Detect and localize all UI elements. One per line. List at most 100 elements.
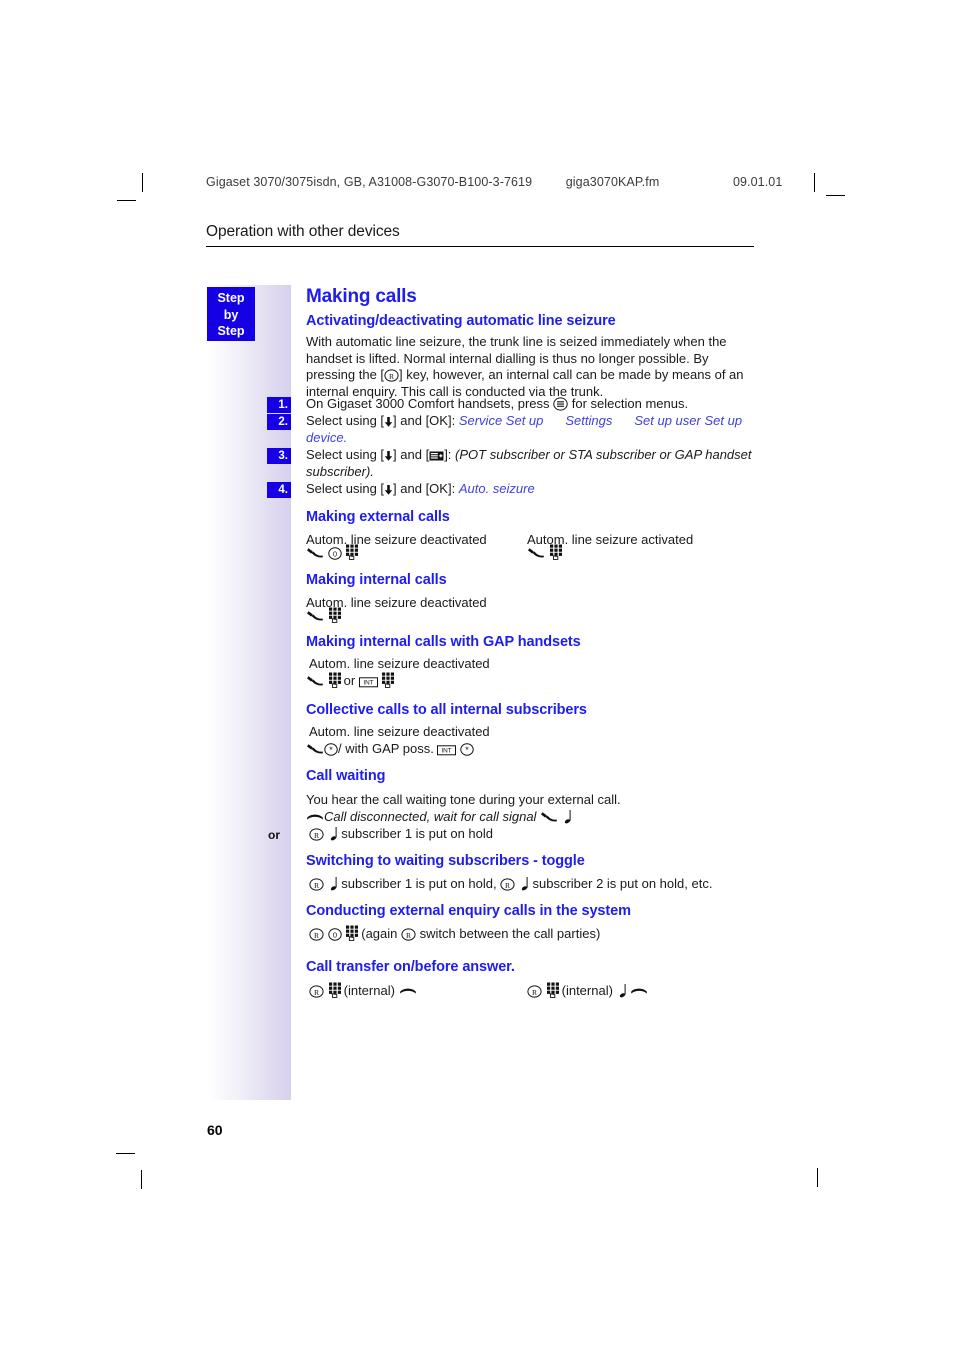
page-number: 60 [207, 1122, 223, 1138]
ring-tone-icon [328, 876, 338, 891]
crop-mark-top-right-horizontal [826, 195, 845, 196]
svg-text:R: R [389, 372, 395, 381]
svg-text:R: R [505, 881, 511, 890]
crop-mark-bottom-right-vertical [817, 1168, 818, 1187]
star-key-icon: * [460, 743, 474, 756]
gap-label: Autom. line seizure deactivated [309, 656, 490, 671]
transfer-col1-text: (internal) [343, 983, 395, 998]
step-4-text-a: Select using [ [306, 481, 385, 496]
heading-external-enquiry: Conducting external enquiry calls in the… [306, 903, 631, 919]
keypad-dial-icon [328, 607, 344, 623]
intro-paragraph: With automatic line seizure, the trunk l… [306, 334, 754, 400]
step-number-4: 4. [267, 482, 291, 498]
r-key-icon: R [401, 928, 416, 941]
keypad-dial-icon [381, 672, 397, 688]
ring-tone-icon [328, 826, 338, 841]
step-3-text: Select using [] and []: (POT subscriber … [306, 447, 754, 480]
crop-mark-top-left-vertical [142, 173, 143, 192]
external-col1-symbols: 0 [306, 544, 361, 561]
zero-key-icon: 0 [327, 928, 342, 941]
collective-label: Autom. line seizure deactivated [309, 724, 490, 739]
step-4-text: Select using [ ] and [OK]: Auto. seizure [306, 481, 754, 498]
step-4-text-b: ] and [OK]: [393, 481, 456, 496]
step-3-text-a: Select using [ [306, 447, 385, 462]
external-col2-symbols [527, 544, 565, 561]
r-key-icon: R [309, 878, 324, 891]
menu-item-auto-seizure: Auto. seizure [458, 481, 535, 496]
int-key-icon: INT [358, 677, 378, 688]
step-3-text-b: ] and [ [393, 447, 430, 462]
keypad-dial-icon [549, 544, 565, 560]
hang-up-handset-icon [306, 812, 324, 824]
star-key-icon: * [324, 743, 338, 756]
keypad-dial-icon [546, 982, 562, 998]
svg-text:INT: INT [442, 748, 452, 755]
svg-text:INT: INT [363, 680, 373, 687]
svg-text:R: R [406, 931, 412, 940]
step-number-3: 3. [267, 448, 291, 464]
gap-or-text: or [343, 673, 356, 688]
heading-activating-deactivating: Activating/deactivating automatic line s… [306, 313, 616, 329]
lift-handset-icon [306, 742, 324, 756]
badge-line-1: Step [217, 291, 245, 305]
crop-mark-bottom-left-vertical [141, 1170, 142, 1189]
step-2-text-a: Select using [ [306, 413, 385, 428]
step-1-text-b: for selection menus. [571, 396, 689, 411]
step-2-text-b: ] and [OK]: [393, 413, 456, 428]
collective-symbols: * / with GAP poss. INT * [306, 740, 474, 757]
menu-path-item-2: Settings [565, 413, 613, 428]
enquiry-text-a: (again [361, 926, 398, 941]
r-key-icon: R [309, 985, 324, 998]
svg-text:R: R [314, 988, 320, 997]
step-3-text-c: ]: [444, 447, 452, 462]
page-title: Making calls [306, 286, 417, 307]
r-key-icon: R [384, 369, 399, 382]
call-waiting-line-1: Call disconnected, wait for call signal [306, 808, 572, 825]
step-number-2: 2. [267, 414, 291, 430]
call-waiting-italic-text: Call disconnected, wait for call signal [324, 809, 537, 824]
down-arrow-key-icon [384, 416, 393, 428]
display-key-icon [429, 450, 444, 462]
badge-line-2: by [223, 307, 239, 322]
chapter-title: Operation with other devices [206, 223, 400, 240]
running-header: Gigaset 3070/3075isdn, GB, A31008-G3070-… [206, 175, 782, 189]
lift-handset-icon [540, 810, 558, 824]
heading-call-transfer: Call transfer on/before answer. [306, 959, 515, 975]
keypad-dial-icon [345, 925, 361, 941]
toggle-symbols: R subscriber 1 is put on hold, R subscri… [309, 875, 712, 892]
svg-text:R: R [314, 881, 320, 890]
ring-tone-icon [562, 809, 572, 824]
svg-text:0: 0 [333, 931, 337, 940]
enquiry-text-b: switch between the call parties) [419, 926, 601, 941]
enquiry-symbols: R 0 (again R switch between the call par… [309, 925, 600, 942]
int-key-icon: INT [437, 745, 457, 756]
toggle-text-a: subscriber 1 is put on hold, [341, 876, 497, 891]
document-page: Gigaset 3070/3075isdn, GB, A31008-G3070-… [0, 0, 954, 1351]
ring-tone-icon [617, 983, 627, 998]
lift-handset-icon [306, 674, 324, 688]
keypad-dial-icon [328, 672, 344, 688]
r-key-icon: R [527, 985, 542, 998]
heading-collective-calls: Collective calls to all internal subscri… [306, 702, 587, 718]
menu-path-terminator: . [343, 429, 348, 445]
svg-text:*: * [465, 745, 469, 755]
hang-up-handset-icon [630, 986, 648, 998]
step-number-1: 1. [267, 397, 291, 413]
chapter-title-rule [206, 246, 754, 248]
svg-text:R: R [314, 831, 320, 840]
crop-mark-top-right-vertical [814, 173, 815, 192]
marginal-or-label: or [268, 828, 280, 842]
toggle-text-b: subscriber 2 is put on hold, etc. [532, 876, 713, 891]
zero-key-icon: 0 [327, 547, 342, 560]
down-arrow-key-icon [384, 450, 393, 462]
hang-up-handset-icon [399, 986, 417, 998]
step-1-text: On Gigaset 3000 Comfort handsets, press … [306, 396, 754, 413]
heading-making-internal-calls: Making internal calls [306, 572, 447, 588]
step-1-text-a: On Gigaset 3000 Comfort handsets, press [306, 396, 550, 411]
r-key-icon: R [500, 878, 515, 891]
lift-handset-icon [527, 546, 545, 560]
heading-call-waiting: Call waiting [306, 768, 386, 784]
transfer-col2-symbols: R (internal) [527, 982, 648, 999]
call-waiting-hold-text: subscriber 1 is put on hold [341, 826, 494, 841]
call-waiting-line-2: R subscriber 1 is put on hold [309, 825, 493, 842]
